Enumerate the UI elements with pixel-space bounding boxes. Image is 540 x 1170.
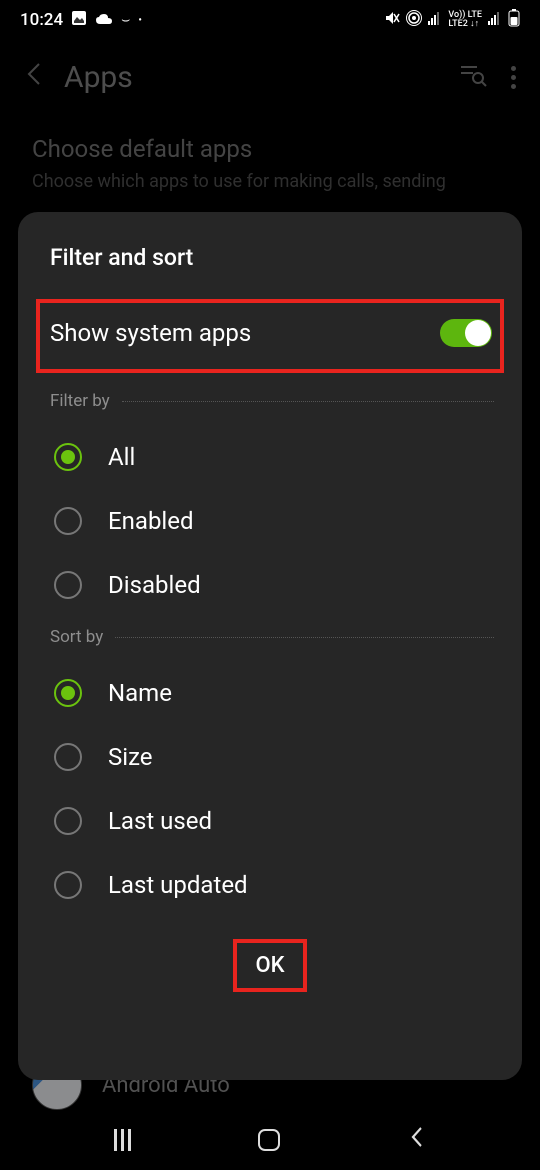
signal-1-icon: [428, 10, 442, 30]
show-system-label: Show system apps: [48, 319, 251, 347]
sort-option-last-used[interactable]: Last used: [46, 789, 494, 853]
app-header: Apps: [0, 40, 540, 115]
nav-home-icon[interactable]: [258, 1129, 280, 1151]
radio-icon: [54, 743, 82, 771]
nav-back-icon[interactable]: [410, 1124, 424, 1157]
gallery-icon: [71, 10, 87, 31]
cloud-icon: [95, 10, 113, 30]
sort-by-header: Sort by: [46, 627, 494, 647]
page-title: Apps: [64, 60, 441, 95]
show-system-apps-row[interactable]: Show system apps: [36, 299, 504, 373]
background-content: Choose default apps Choose which apps to…: [0, 115, 540, 212]
filter-option-enabled[interactable]: Enabled: [46, 489, 494, 553]
wave-icon: ⌣: [121, 12, 130, 28]
battery-icon: [508, 9, 520, 32]
nav-recents-icon[interactable]: [114, 1129, 131, 1151]
navigation-bar: [0, 1110, 540, 1170]
filter-option-all[interactable]: All: [46, 425, 494, 489]
bg-section-title: Choose default apps: [32, 135, 508, 163]
more-options-icon[interactable]: [511, 66, 516, 89]
filter-option-disabled[interactable]: Disabled: [46, 553, 494, 617]
radio-icon: [54, 807, 82, 835]
filter-by-header: Filter by: [46, 391, 494, 411]
status-bar: 10:24 ⌣ • Vo)) LTE LTE2 ↓↑: [0, 0, 540, 40]
mute-icon: [384, 10, 400, 31]
signal-2-icon: [488, 10, 502, 30]
radio-icon: [54, 571, 82, 599]
search-filter-icon[interactable]: [461, 63, 487, 93]
radio-icon: [54, 443, 82, 471]
radio-icon: [54, 679, 82, 707]
radio-icon: [54, 507, 82, 535]
back-icon[interactable]: [24, 60, 44, 95]
dot-icon: •: [138, 15, 142, 26]
status-time: 10:24: [20, 10, 63, 30]
radio-icon: [54, 871, 82, 899]
hotspot-icon: [406, 10, 422, 31]
ok-button[interactable]: OK: [233, 939, 306, 992]
bg-section-sub: Choose which apps to use for making call…: [32, 171, 508, 192]
filter-sort-dialog: Filter and sort Show system apps Filter …: [18, 212, 522, 1080]
sort-option-size[interactable]: Size: [46, 725, 494, 789]
dialog-title: Filter and sort: [46, 244, 494, 271]
lte-label: Vo)) LTE LTE2 ↓↑: [448, 11, 482, 29]
show-system-toggle[interactable]: [440, 319, 492, 347]
sort-option-name[interactable]: Name: [46, 661, 494, 725]
sort-option-last-updated[interactable]: Last updated: [46, 853, 494, 917]
